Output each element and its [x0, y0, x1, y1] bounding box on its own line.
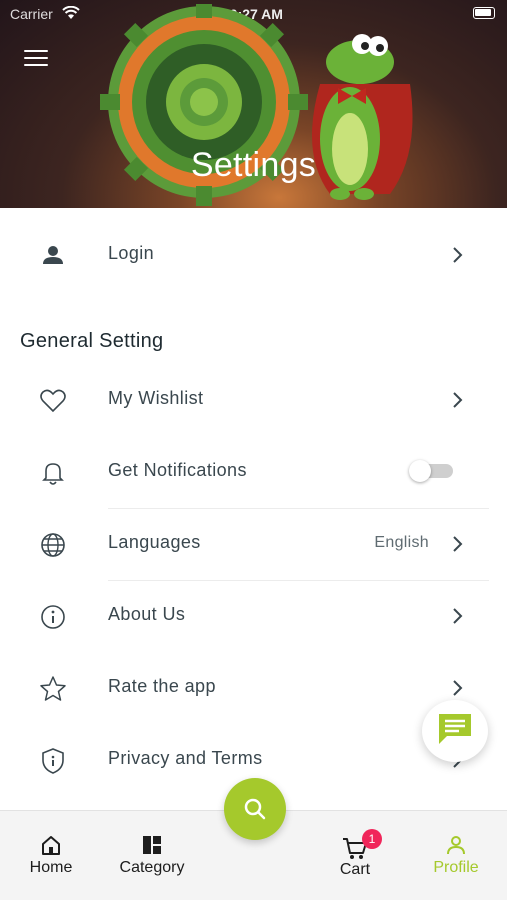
languages-row[interactable]: Languages English	[0, 508, 507, 580]
chevron-right-icon	[453, 536, 463, 552]
notifications-row: Get Notifications	[0, 436, 507, 508]
chevron-right-icon	[453, 247, 463, 263]
privacy-label: Privacy and Terms	[108, 748, 263, 768]
heart-icon	[40, 389, 66, 413]
language-value: English	[374, 534, 429, 551]
languages-label: Languages	[108, 532, 201, 552]
about-row[interactable]: About Us	[0, 580, 507, 652]
rate-label: Rate the app	[108, 676, 216, 696]
menu-icon	[24, 50, 48, 52]
page-title: Settings	[190, 146, 317, 184]
star-icon	[40, 676, 66, 701]
settings-header: Carrier 10:27 AM Settings	[0, 0, 507, 208]
tab-home-label: Home	[29, 859, 73, 876]
profile-icon	[447, 836, 465, 855]
login-label: Login	[108, 243, 155, 263]
wifi-icon	[62, 6, 80, 19]
chevron-right-icon	[453, 608, 463, 624]
battery-icon	[473, 7, 495, 19]
about-label: About Us	[108, 604, 186, 624]
tab-category-label: Category	[119, 859, 185, 876]
search-icon	[244, 798, 266, 820]
toggle-knob	[409, 460, 431, 482]
tab-profile[interactable]: Profile	[411, 811, 501, 900]
shield-icon	[42, 748, 64, 774]
search-button[interactable]	[224, 778, 286, 840]
carrier-label: Carrier	[10, 6, 53, 22]
cart-badge: 1	[362, 829, 382, 849]
globe-icon	[41, 533, 65, 557]
bell-icon	[42, 463, 64, 485]
tab-cart-label: Cart	[339, 861, 371, 878]
notifications-toggle[interactable]	[409, 460, 455, 482]
tab-cart[interactable]: 1 Cart	[310, 811, 400, 900]
tab-home[interactable]: Home	[6, 811, 96, 900]
tab-profile-label: Profile	[433, 859, 479, 876]
user-icon	[43, 246, 63, 264]
wishlist-row[interactable]: My Wishlist	[0, 364, 507, 436]
section-title: General Setting	[20, 330, 164, 352]
chevron-right-icon	[453, 680, 463, 696]
chevron-right-icon	[453, 392, 463, 408]
menu-button[interactable]	[24, 50, 48, 70]
wishlist-label: My Wishlist	[108, 388, 204, 408]
home-icon	[42, 836, 60, 855]
info-icon	[41, 605, 65, 629]
login-row[interactable]: Login	[0, 219, 507, 291]
chat-icon	[439, 714, 471, 744]
tab-category[interactable]: Category	[107, 811, 197, 900]
category-icon	[143, 836, 161, 854]
notifications-label: Get Notifications	[108, 460, 247, 480]
chat-button[interactable]	[422, 700, 488, 762]
